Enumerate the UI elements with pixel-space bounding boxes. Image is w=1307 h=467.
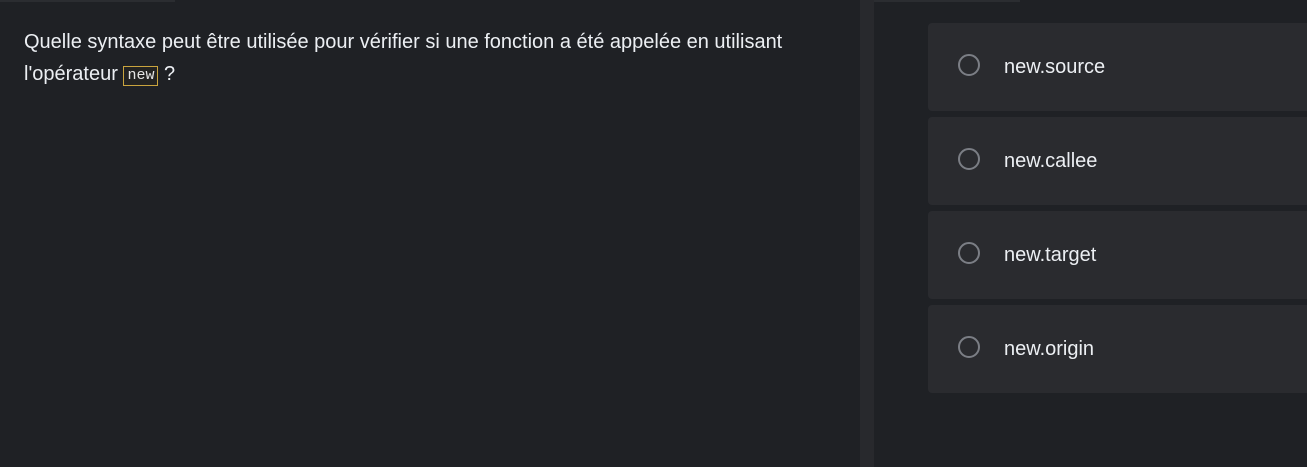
radio-unchecked-icon[interactable]: [958, 148, 980, 170]
answer-option-2[interactable]: new.callee: [928, 117, 1307, 205]
answer-option-label: new.callee: [1004, 150, 1098, 172]
answer-option-1[interactable]: new.source: [928, 23, 1307, 111]
radio-unchecked-icon[interactable]: [958, 336, 980, 358]
panel-divider[interactable]: [860, 0, 874, 467]
answer-option-3[interactable]: new.target: [928, 211, 1307, 299]
question-panel-top-strip: [0, 0, 175, 2]
answers-panel: new.source new.callee new.target new.ori…: [874, 0, 1307, 467]
quiz-page: Quelle syntaxe peut être utilisée pour v…: [0, 0, 1307, 467]
question-text: Quelle syntaxe peut être utilisée pour v…: [24, 26, 824, 90]
answer-options: new.source new.callee new.target new.ori…: [928, 23, 1307, 399]
radio-unchecked-icon[interactable]: [958, 54, 980, 76]
question-text-after: ?: [164, 63, 176, 85]
answer-option-label: new.target: [1004, 244, 1097, 266]
answers-panel-top-strip: [874, 0, 1020, 2]
radio-unchecked-icon[interactable]: [958, 242, 980, 264]
question-panel: Quelle syntaxe peut être utilisée pour v…: [0, 0, 860, 467]
answer-option-label: new.origin: [1004, 338, 1095, 360]
answer-option-4[interactable]: new.origin: [928, 305, 1307, 393]
answer-option-label: new.source: [1004, 56, 1106, 78]
question-code-chip: new: [123, 66, 159, 86]
